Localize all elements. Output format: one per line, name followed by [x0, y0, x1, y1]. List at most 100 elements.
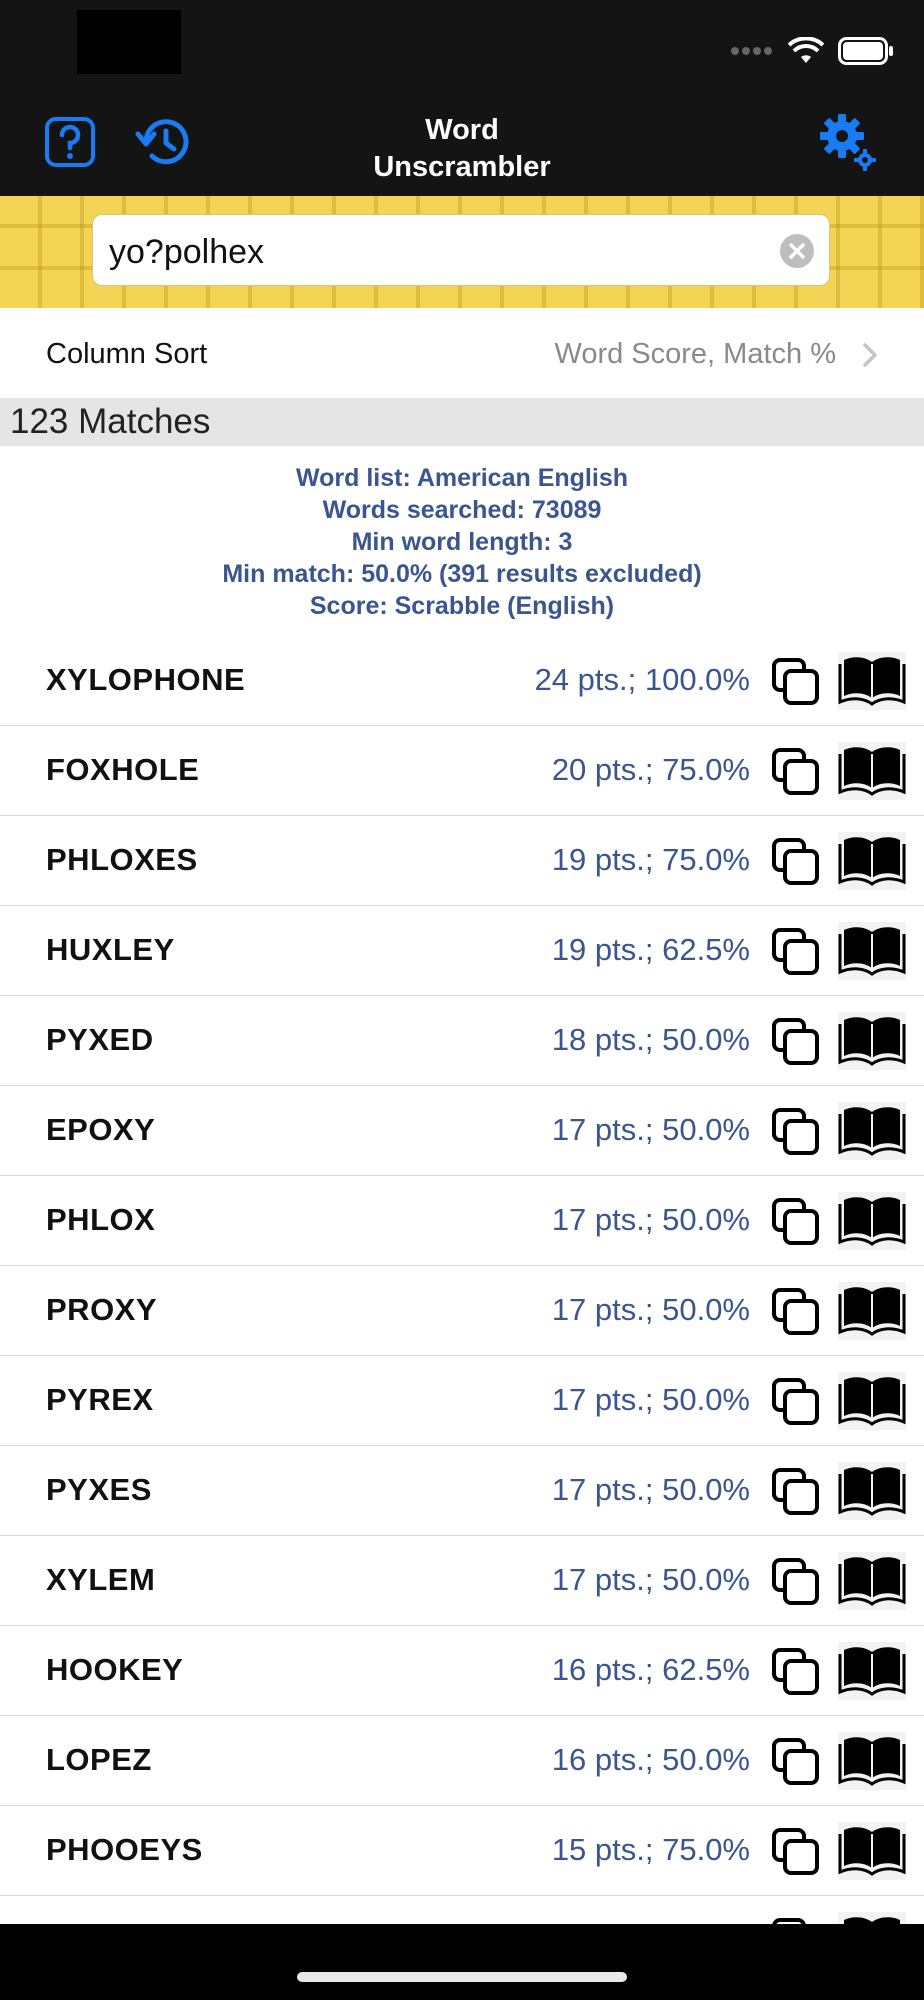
help-button[interactable] [38, 110, 102, 174]
results-list: XYLOPHONE 24 pts.; 100.0% FOXHOLE 20 pts… [0, 636, 924, 1924]
dictionary-book-icon[interactable] [838, 832, 906, 890]
clear-icon[interactable] [779, 233, 815, 269]
result-score: 20 pts.; 75.0% [551, 752, 750, 787]
result-score: 24 pts.; 100.0% [534, 662, 750, 697]
result-score: 19 pts.; 75.0% [551, 842, 750, 877]
result-word: FOXHOLE [46, 752, 200, 787]
dictionary-book-icon[interactable] [838, 652, 906, 710]
status-icons [730, 34, 894, 68]
result-row[interactable]: PHLOX 17 pts.; 50.0% [0, 1176, 924, 1266]
settings-button[interactable] [816, 110, 880, 174]
result-word: PYXES [46, 1472, 152, 1507]
result-word: PROXY [46, 1292, 158, 1327]
matches-count: 123 Matches [10, 402, 211, 441]
result-score: 16 pts.; 50.0% [551, 1742, 750, 1777]
result-score: 17 pts.; 50.0% [551, 1562, 750, 1597]
history-button[interactable] [132, 110, 196, 174]
result-row[interactable]: HELIX 15 pts.; 50.0% [0, 1896, 924, 1924]
copy-icon[interactable] [770, 1556, 822, 1608]
nav-bar: Word Unscrambler [0, 90, 924, 196]
copy-icon[interactable] [770, 1196, 822, 1248]
dictionary-book-icon[interactable] [838, 1912, 906, 1924]
result-word: PHLOXES [46, 842, 198, 877]
copy-icon[interactable] [770, 1916, 822, 1924]
dictionary-book-icon[interactable] [838, 1552, 906, 1610]
result-row[interactable]: FOXHOLE 20 pts.; 75.0% [0, 726, 924, 816]
info-score: Score: Scrabble (English) [309, 592, 615, 620]
dictionary-book-icon[interactable] [838, 1102, 906, 1160]
result-score: 17 pts.; 50.0% [551, 1472, 750, 1507]
result-word: XYLEM [46, 1562, 156, 1597]
result-score: 16 pts.; 62.5% [551, 1652, 750, 1687]
result-score: 17 pts.; 50.0% [551, 1292, 750, 1327]
result-row[interactable]: EPOXY 17 pts.; 50.0% [0, 1086, 924, 1176]
dictionary-book-icon[interactable] [838, 1012, 906, 1070]
dictionary-book-icon[interactable] [838, 1822, 906, 1880]
copy-icon[interactable] [770, 746, 822, 798]
info-words-searched: Words searched: 73089 [322, 496, 602, 524]
result-score: 15 pts.; 75.0% [551, 1832, 750, 1867]
status-redaction [77, 10, 181, 74]
dictionary-book-icon[interactable] [838, 1642, 906, 1700]
copy-icon[interactable] [770, 1106, 822, 1158]
app-title-line-1: Word [425, 114, 499, 146]
result-row[interactable]: XYLEM 17 pts.; 50.0% [0, 1536, 924, 1626]
result-row[interactable]: HUXLEY 19 pts.; 62.5% [0, 906, 924, 996]
result-score: 17 pts.; 50.0% [551, 1382, 750, 1417]
app-title: Word Unscrambler [312, 112, 612, 186]
dictionary-book-icon[interactable] [838, 1732, 906, 1790]
copy-icon[interactable] [770, 656, 822, 708]
result-score: 17 pts.; 50.0% [551, 1112, 750, 1147]
result-word: PHLOX [46, 1202, 156, 1237]
info-min-match: Min match: 50.0% (391 results excluded) [222, 560, 702, 588]
result-row[interactable]: PHOOEYS 15 pts.; 75.0% [0, 1806, 924, 1896]
search-input[interactable]: yo?polhex [92, 214, 830, 286]
copy-icon[interactable] [770, 836, 822, 888]
result-row[interactable]: XYLOPHONE 24 pts.; 100.0% [0, 636, 924, 726]
result-word: PYREX [46, 1382, 154, 1417]
question-mark-icon [45, 117, 95, 167]
copy-icon[interactable] [770, 1826, 822, 1878]
dictionary-book-icon[interactable] [838, 1282, 906, 1340]
dictionary-book-icon[interactable] [838, 922, 906, 980]
signal-dots-icon [731, 47, 772, 55]
copy-icon[interactable] [770, 1736, 822, 1788]
gear-icon [820, 114, 876, 171]
result-row[interactable]: LOPEZ 16 pts.; 50.0% [0, 1716, 924, 1806]
info-word-list: Word list: American English [296, 464, 628, 492]
copy-icon[interactable] [770, 1646, 822, 1698]
dictionary-book-icon[interactable] [838, 1462, 906, 1520]
search-info: Word list: American English Words search… [0, 446, 924, 637]
dictionary-book-icon[interactable] [838, 1192, 906, 1250]
search-input-value[interactable]: yo?polhex [109, 233, 264, 272]
result-word: PYXED [46, 1022, 154, 1057]
result-row[interactable]: HOOKEY 16 pts.; 62.5% [0, 1626, 924, 1716]
dictionary-book-icon[interactable] [838, 742, 906, 800]
result-word: LOPEZ [46, 1742, 152, 1777]
result-row[interactable]: PHLOXES 19 pts.; 75.0% [0, 816, 924, 906]
copy-icon[interactable] [770, 926, 822, 978]
copy-icon[interactable] [770, 1376, 822, 1428]
home-indicator[interactable] [297, 1972, 627, 1982]
result-row[interactable]: PYXED 18 pts.; 50.0% [0, 996, 924, 1086]
app-title-line-2: Unscrambler [373, 151, 551, 183]
result-row[interactable]: PROXY 17 pts.; 50.0% [0, 1266, 924, 1356]
result-word: HUXLEY [46, 932, 175, 967]
copy-icon[interactable] [770, 1016, 822, 1068]
wifi-icon [788, 37, 824, 63]
dictionary-book-icon[interactable] [838, 1372, 906, 1430]
matches-header: 123 Matches [0, 398, 924, 446]
copy-icon[interactable] [770, 1286, 822, 1338]
column-sort-row[interactable]: Column Sort Word Score, Match % [0, 308, 924, 398]
result-score: 19 pts.; 62.5% [551, 932, 750, 967]
copy-icon[interactable] [770, 1466, 822, 1518]
result-row[interactable]: PYXES 17 pts.; 50.0% [0, 1446, 924, 1536]
column-sort-label: Column Sort [46, 338, 208, 370]
result-score: 17 pts.; 50.0% [551, 1202, 750, 1237]
result-row[interactable]: PYREX 17 pts.; 50.0% [0, 1356, 924, 1446]
info-min-word-length: Min word length: 3 [351, 528, 573, 556]
result-word: HOOKEY [46, 1652, 184, 1687]
column-sort-value: Word Score, Match % [554, 338, 836, 370]
history-icon [135, 119, 189, 165]
search-band: yo?polhex [0, 196, 924, 308]
